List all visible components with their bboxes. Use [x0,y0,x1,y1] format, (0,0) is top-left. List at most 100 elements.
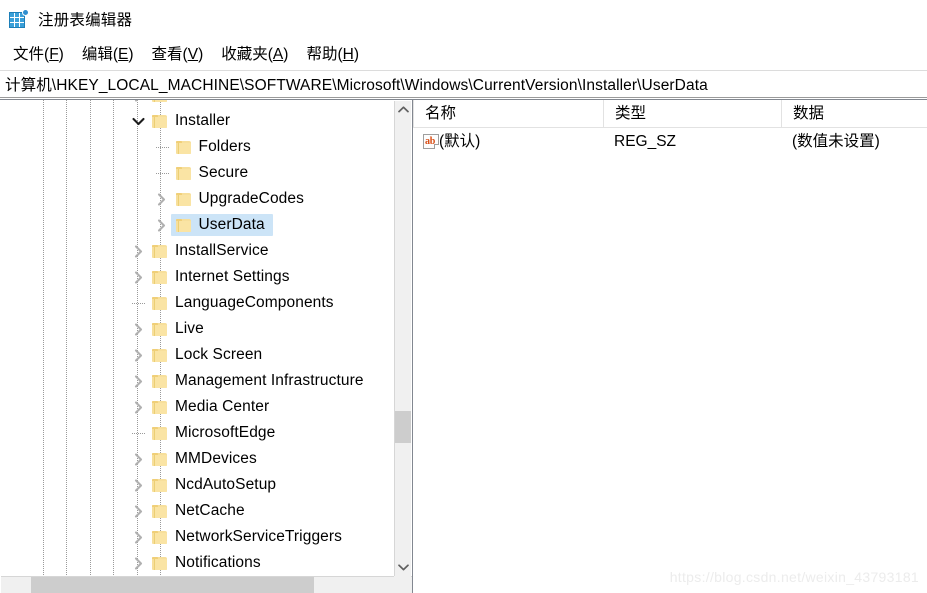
folder-icon [152,498,168,524]
folder-icon [152,316,168,342]
tree-vertical-scrollbar[interactable] [394,101,411,576]
menu-item-label: 收藏夹 [221,46,268,63]
tree-item-netcache[interactable]: NetCache [0,498,394,524]
column-header-label: 数据 [793,105,825,122]
tree-item-mmdevices[interactable]: MMDevices [0,446,394,472]
chevron-right-icon[interactable] [130,368,146,394]
menu-accelerator-key: H [342,46,354,63]
chevron-right-icon[interactable] [130,472,146,498]
tree-item-media-center[interactable]: Media Center [0,394,394,420]
chevron-right-icon[interactable] [130,100,146,108]
tree-item-label: NcdAutoSetup [175,476,277,493]
menu-item-label: 文件 [13,46,45,63]
tree-item-ncdautosetup[interactable]: NcdAutoSetup [0,472,394,498]
menu-item-5[interactable]: 帮助(H) [301,40,364,66]
tree-item-label: ImmersiveShell [175,100,282,108]
scroll-down-arrow-icon[interactable] [395,559,411,576]
tree-horizontal-scrollbar[interactable] [1,576,412,593]
column-header-3[interactable]: 数据 [781,100,927,127]
folder-icon [152,290,168,316]
folder-icon [152,524,168,550]
value-name-cell: ab (默认) [423,129,480,155]
chevron-right-icon[interactable] [154,186,170,212]
tree-item-installer[interactable]: Installer [0,108,394,134]
chevron-right-icon[interactable] [130,524,146,550]
registry-path-text: 计算机\HKEY_LOCAL_MACHINE\SOFTWARE\Microsof… [5,77,708,94]
folder-icon [175,160,192,186]
menu-item-1[interactable]: 文件(F) [8,40,69,66]
tree-item-label: InstallService [175,242,269,259]
value-type-cell: REG_SZ [614,133,677,150]
chevron-right-icon[interactable] [130,238,146,264]
menu-item-label: 编辑 [81,46,113,63]
tree-item-lock-screen[interactable]: Lock Screen [0,342,394,368]
menu-item-2[interactable]: 编辑(E) [77,40,139,66]
tree-item-secure[interactable]: Secure [0,160,394,186]
window-title: 注册表编辑器 [38,12,133,29]
chevron-down-icon[interactable] [130,108,146,134]
tree-item-label: Installer [175,112,231,129]
menu-item-label: 查看 [151,46,183,63]
tree-item-immersiveshell[interactable]: ImmersiveShell [0,100,394,108]
folder-icon [152,100,168,108]
column-header-2[interactable]: 类型 [603,100,781,127]
chevron-right-icon[interactable] [130,550,146,576]
chevron-right-icon[interactable] [130,446,146,472]
tree-item-upgradecodes[interactable]: UpgradeCodes [0,186,394,212]
folder-icon [152,550,168,576]
menu-item-3[interactable]: 查看(V) [147,40,209,66]
chevron-right-icon[interactable] [130,316,146,342]
tree-item-label: UpgradeCodes [198,190,304,207]
column-header-label: 名称 [425,105,457,122]
title-bar: 注册表编辑器 [0,0,927,38]
tree-item-label: UserData [198,216,265,233]
tree-item-label: MMDevices [175,450,257,467]
folder-icon [152,394,168,420]
tree-item-installservice[interactable]: InstallService [0,238,394,264]
tree-item-label: NetworkServiceTriggers [175,528,343,545]
tree-hscrollbar-thumb[interactable] [31,577,314,593]
menu-item-label: 帮助 [306,46,338,63]
folder-icon [175,186,192,212]
folder-icon [175,212,192,238]
tree-item-languagecomponents[interactable]: LanguageComponents [0,290,394,316]
tree-item-internet-settings[interactable]: Internet Settings [0,264,394,290]
tree-item-notifications[interactable]: Notifications [0,550,394,576]
folder-icon [152,472,168,498]
string-value-icon-label: ab [425,136,435,147]
tree-item-live[interactable]: Live [0,316,394,342]
menu-accelerator-key: V [187,46,199,63]
tree-scrollbar-thumb[interactable] [395,411,411,443]
folder-icon [152,420,168,446]
value-data-cell: (数值未设置) [792,133,880,150]
folder-icon [175,134,192,160]
menu-bar: 文件(F) 编辑(E) 查看(V) 收藏夹(A) 帮助(H) [0,38,927,68]
registry-tree-viewport: ImmersiveShell Installer Folders Secure Upgr… [0,100,394,576]
tree-item-userdata[interactable]: UserData [0,212,394,238]
folder-icon [152,238,168,264]
tree-item-microsoftedge[interactable]: MicrosoftEdge [0,420,394,446]
tree-item-folders[interactable]: Folders [0,134,394,160]
menu-item-4[interactable]: 收藏夹(A) [216,40,293,66]
tree-item-networkservicetriggers[interactable]: NetworkServiceTriggers [0,524,394,550]
chevron-right-icon[interactable] [154,212,170,238]
folder-icon [152,446,168,472]
folder-icon [152,108,168,134]
registry-grid-icon [9,9,29,29]
tree-item-label: MicrosoftEdge [175,424,276,441]
chevron-right-icon[interactable] [130,264,146,290]
chevron-right-icon[interactable] [130,394,146,420]
tree-item-management-infrastructure[interactable]: Management Infrastructure [0,368,394,394]
value-row[interactable]: ab (默认) REG_SZ (数值未设置) [413,129,927,155]
registry-value-list-pane: 名称 类型 数据 ab (默认) REG_SZ (数值未设置) [413,99,927,593]
chevron-right-icon[interactable] [130,498,146,524]
chevron-right-icon[interactable] [130,342,146,368]
value-name-text: (默认) [439,133,481,150]
tree-item-label: Live [175,320,204,337]
address-bar[interactable]: 计算机\HKEY_LOCAL_MACHINE\SOFTWARE\Microsof… [0,70,927,98]
main-content: ImmersiveShell Installer Folders Secure Upgr… [0,99,927,593]
scroll-up-arrow-icon[interactable] [395,101,411,118]
folder-icon [152,368,168,394]
column-header-1[interactable]: 名称 [413,100,603,127]
menu-accelerator-key: A [272,46,284,63]
